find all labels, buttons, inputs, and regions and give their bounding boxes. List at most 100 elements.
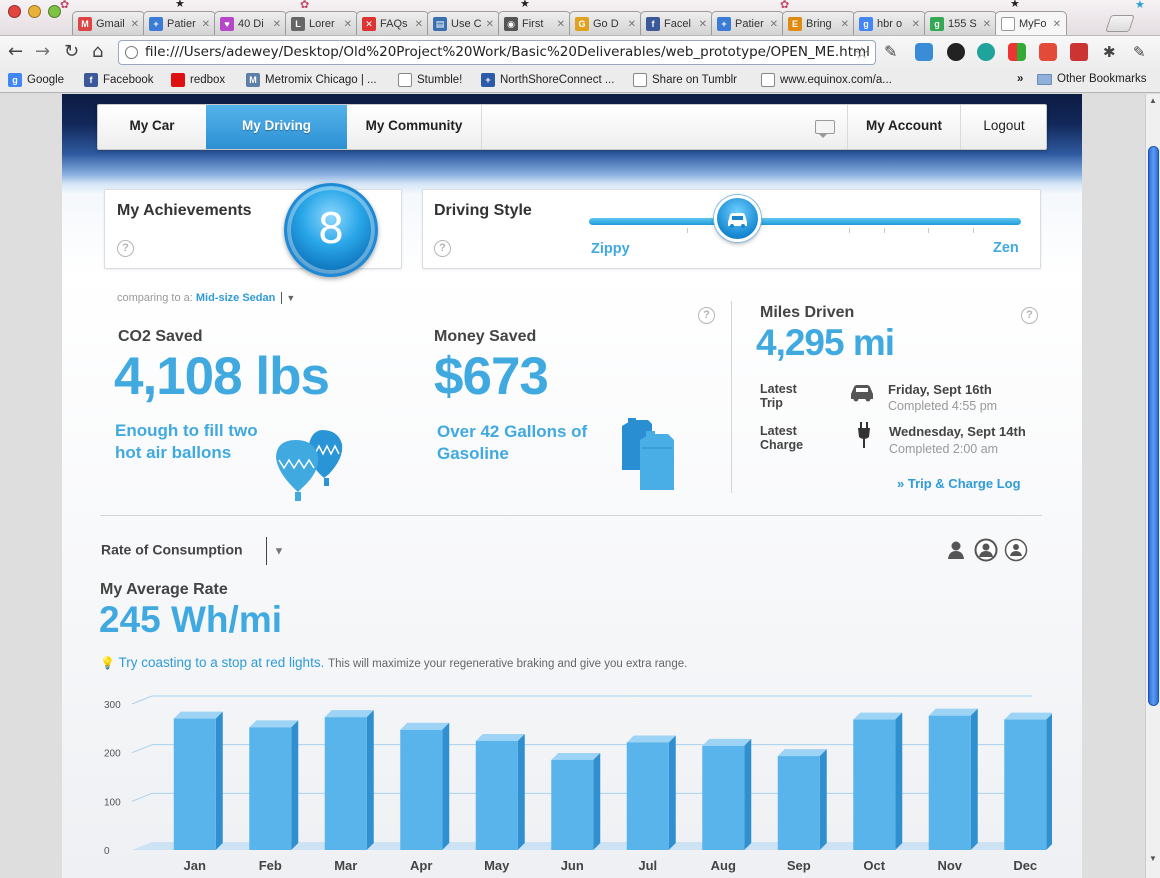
minimize-window-button[interactable] [28, 5, 41, 18]
bookmark-facebook[interactable]: f Facebook [84, 73, 154, 87]
puzzle-extension-icon[interactable]: ✱ [1103, 41, 1116, 63]
my-account-link[interactable]: My Account [848, 105, 960, 149]
browser-tab[interactable]: G Go D ✕ [569, 11, 642, 35]
driving-style-title: Driving Style [434, 202, 532, 219]
consumption-dropdown[interactable]: Rate of Consumption ▼ [101, 537, 284, 565]
bookmark-redbox[interactable]: redbox [171, 73, 225, 87]
help-icon[interactable]: ? [117, 240, 134, 257]
close-tab-icon[interactable]: ✕ [486, 19, 494, 30]
browser-tab[interactable]: L Lorer ✕ [285, 11, 358, 35]
other-bookmarks-folder[interactable]: Other Bookmarks [1037, 73, 1146, 85]
page-viewport: My Car My Driving My Community My Accoun… [0, 94, 1145, 878]
close-tab-icon[interactable]: ✕ [628, 19, 636, 30]
help-icon[interactable]: ? [698, 307, 715, 324]
bookmark-metromix[interactable]: M Metromix Chicago | ... [246, 73, 377, 87]
home-icon[interactable]: ⌂ [92, 41, 103, 63]
bar [551, 759, 594, 850]
close-tab-icon[interactable]: ✕ [983, 19, 991, 30]
close-tab-icon[interactable]: ✕ [344, 19, 352, 30]
tab-my-community[interactable]: My Community [347, 105, 481, 149]
achievements-count: 8 [317, 204, 345, 253]
new-tab-button[interactable] [1105, 15, 1135, 32]
back-arrow-icon[interactable]: ← [8, 41, 23, 63]
browser-tab[interactable]: ▤ Use C ✕ [427, 11, 500, 35]
wrench-tool-icon[interactable]: ✎ [884, 41, 897, 63]
bookmark-northshore[interactable]: + NorthShoreConnect ... [481, 73, 614, 87]
chart-gridline [131, 695, 153, 705]
bookmark-tumblr[interactable]: Share on Tumblr [633, 73, 737, 87]
scroll-down-arrow-icon[interactable]: ▼ [1149, 854, 1157, 863]
bookmark-equinox[interactable]: www.equinox.com/a... [761, 73, 892, 87]
browser-tab[interactable]: g hbr o ✕ [853, 11, 926, 35]
comparison-selector[interactable]: comparing to a: Mid-size Sedan ▼ [117, 292, 295, 304]
extension-icon[interactable] [915, 43, 933, 61]
extension-icon[interactable] [977, 43, 995, 61]
trip-charge-log-link[interactable]: » Trip & Charge Log [897, 476, 1021, 491]
coaching-tip-link[interactable]: Try coasting to a stop at red lights. [118, 655, 324, 670]
browser-tab[interactable]: E Bring ✕ [782, 11, 855, 35]
extension-icon[interactable] [1008, 43, 1026, 61]
browser-tab[interactable]: MyFo ✕ [995, 11, 1067, 35]
bar-side [442, 722, 450, 850]
page-info-icon[interactable] [125, 46, 138, 59]
zoom-window-button[interactable] [48, 5, 61, 18]
close-tab-icon[interactable]: ✕ [912, 19, 920, 30]
address-bar[interactable]: file:///Users/adewey/Desktop/Old%20Proje… [118, 40, 876, 65]
nav-divider [481, 105, 482, 149]
close-tab-icon[interactable]: ✕ [699, 19, 707, 30]
tab-my-car[interactable]: My Car [98, 105, 206, 149]
forward-arrow-icon[interactable]: → [35, 41, 50, 63]
achievements-badge[interactable]: 8 [284, 183, 378, 277]
dashboard-page: My Car My Driving My Community My Accoun… [62, 94, 1082, 878]
all-users-icon[interactable] [1004, 538, 1028, 562]
browser-tab[interactable]: ✕ FAQs ✕ [356, 11, 429, 35]
help-icon[interactable]: ? [434, 240, 451, 257]
slider-car-handle[interactable] [714, 195, 761, 242]
latest-charge-date: Wednesday, Sept 14th [889, 424, 1026, 439]
tab-title: Patier [167, 18, 196, 30]
close-tab-icon[interactable]: ✕ [202, 19, 210, 30]
bar-side [366, 710, 374, 850]
extension-icon[interactable] [947, 43, 965, 61]
reload-icon[interactable]: ↻ [64, 41, 79, 63]
browser-tab[interactable]: ◉ First ✕ [498, 11, 571, 35]
browser-tab[interactable]: + Patier ✕ [711, 11, 784, 35]
driving-style-slider[interactable] [589, 218, 1021, 225]
browser-tab[interactable]: f Facel ✕ [640, 11, 713, 35]
close-tab-icon[interactable]: ✕ [841, 19, 849, 30]
browser-tab[interactable]: + Patier ✕ [143, 11, 216, 35]
close-tab-icon[interactable]: ✕ [131, 19, 139, 30]
close-tab-icon[interactable]: ✕ [557, 19, 565, 30]
bookmark-google[interactable]: g Google [8, 73, 64, 87]
browser-tab[interactable]: M Gmail ✕ [72, 11, 145, 35]
community-user-icon[interactable] [974, 538, 998, 562]
close-tab-icon[interactable]: ✕ [273, 19, 281, 30]
help-icon[interactable]: ? [1021, 307, 1038, 324]
theme-decoration: ★ [520, 0, 530, 10]
close-tab-icon[interactable]: ✕ [770, 19, 778, 30]
extension-icon[interactable] [1039, 43, 1057, 61]
close-window-button[interactable] [8, 5, 21, 18]
scrollbar-thumb[interactable] [1148, 146, 1159, 706]
browser-tab[interactable]: g 155 S ✕ [924, 11, 997, 35]
browser-tab[interactable]: ♥ 40 Di ✕ [214, 11, 287, 35]
bar [853, 719, 896, 850]
extension-icon[interactable] [1070, 43, 1088, 61]
message-icon[interactable] [815, 120, 835, 138]
wrench-menu-icon[interactable]: ✎ [1133, 41, 1146, 63]
bookmark-star-icon[interactable]: ☆ [855, 41, 869, 64]
more-bookmarks-chevron-icon[interactable]: » [1017, 73, 1023, 85]
close-tab-icon[interactable]: ✕ [1053, 19, 1061, 30]
cross-icon: + [481, 73, 495, 87]
bookmark-stumble[interactable]: Stumble! [398, 73, 462, 87]
tab-my-driving[interactable]: My Driving [206, 105, 347, 149]
page-scrollbar[interactable]: ▲ ▼ [1145, 94, 1160, 878]
bar-side [593, 752, 601, 850]
single-user-icon[interactable] [946, 540, 966, 560]
logout-link[interactable]: Logout [961, 105, 1047, 149]
close-tab-icon[interactable]: ✕ [415, 19, 423, 30]
latest-charge-label-line1: Latest [760, 424, 797, 438]
x-tick-label: Nov [937, 858, 962, 873]
scroll-up-arrow-icon[interactable]: ▲ [1149, 96, 1157, 105]
bar-top [928, 708, 978, 716]
